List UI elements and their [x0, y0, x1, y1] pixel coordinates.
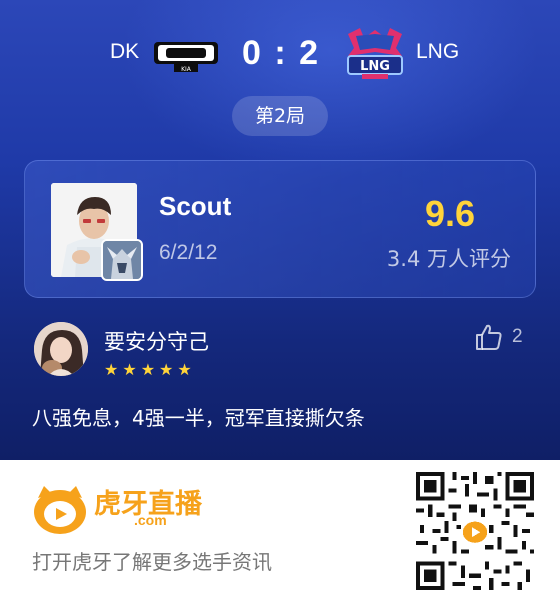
lng-team-logo-icon: LNG [347, 28, 403, 79]
commenter-username: 要安分守己 [104, 330, 209, 354]
svg-text:KIA: KIA [181, 66, 192, 73]
like-count: 2 [512, 326, 523, 347]
rating-count: 3.4 万人评分 [386, 247, 511, 271]
match-score: 0 : 2 [236, 34, 326, 73]
game-number-badge[interactable]: 第2局 [232, 96, 328, 136]
player-kda: 6/2/12 [159, 241, 218, 264]
comment-star-rating: ★★★★★ [104, 360, 196, 379]
brand-domain: .com [134, 512, 167, 528]
player-name: Scout [159, 191, 232, 221]
team-right-name: LNG [416, 40, 460, 63]
thumbs-up-icon [476, 324, 502, 350]
comment-text: 八强免息，4强一半，冠军直接撕欠条 [32, 406, 365, 430]
score-right: 2 [299, 34, 321, 72]
promo-banner[interactable]: 虎牙直播 .com 打开虎牙了解更多选手资讯 [0, 460, 560, 603]
huya-logo-icon [34, 486, 86, 534]
qr-code-icon[interactable] [416, 472, 534, 590]
like-button[interactable]: 2 [474, 322, 534, 354]
score-left: 0 [241, 34, 263, 72]
score-separator: : [274, 34, 288, 72]
champion-icon [101, 239, 143, 281]
commenter-avatar[interactable] [34, 322, 88, 376]
match-rating-panel: DK KIA 0 : 2 LNG LNG 第2局 Scout 6/2/12 9.… [0, 0, 560, 460]
top-comment: 要安分守己 ★★★★★ 2 八强免息，4强一半，冠军直接撕欠条 [0, 310, 560, 460]
scoreboard: DK KIA 0 : 2 LNG LNG [0, 22, 560, 92]
promo-tagline: 打开虎牙了解更多选手资讯 [32, 550, 272, 574]
svg-text:LNG: LNG [360, 59, 390, 74]
dk-team-logo-icon: KIA [154, 42, 218, 73]
player-rating-card[interactable]: Scout 6/2/12 9.6 3.4 万人评分 [24, 160, 536, 298]
team-left-name: DK [110, 40, 140, 63]
player-rating-score: 9.6 [424, 193, 475, 234]
